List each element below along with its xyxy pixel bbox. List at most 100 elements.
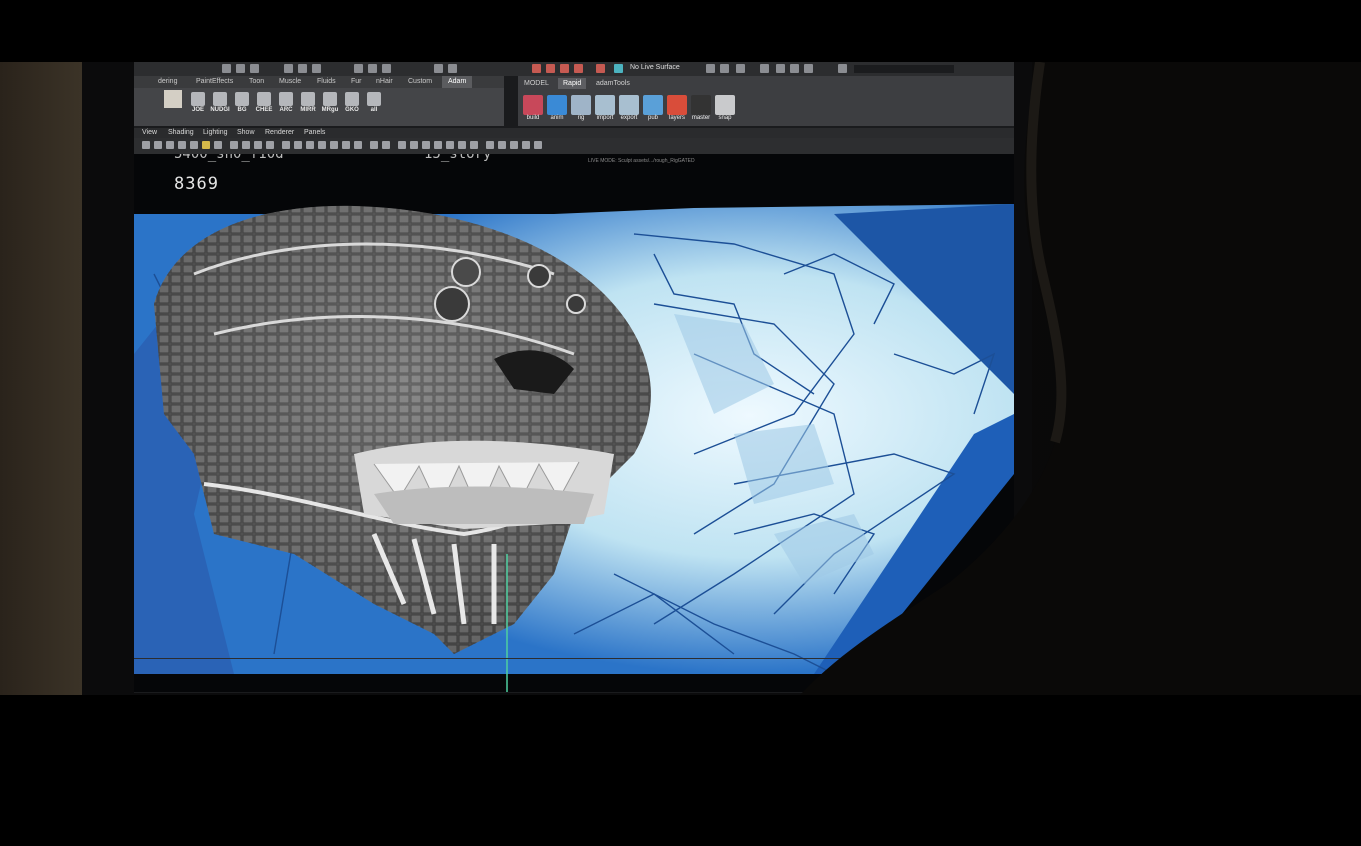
camera-select-icon[interactable] [142,141,150,149]
shelf-thumbnail[interactable] [164,90,182,108]
render-current-icon[interactable] [532,64,541,73]
share-icon[interactable] [534,141,542,149]
wireframe-icon[interactable] [282,141,290,149]
master-icon [691,95,711,115]
rotate-icon[interactable] [298,64,307,73]
shelf-tab-fluids[interactable]: Fluids [317,76,336,88]
channel-box-icon[interactable] [736,64,745,73]
shelf-button-mrgu[interactable]: MRgu [320,92,340,124]
snap-curve-icon[interactable] [368,64,377,73]
xray-joints-icon[interactable] [434,141,442,149]
import-button[interactable]: import [594,95,616,123]
film-gate-icon[interactable] [230,141,238,149]
menu-renderer[interactable]: Renderer [265,128,294,138]
smooth-shade-icon[interactable] [294,141,302,149]
lasso-icon[interactable] [250,64,259,73]
ipr-icon[interactable] [546,64,555,73]
tool-settings-icon[interactable] [760,64,769,73]
menu-show[interactable]: Show [237,128,255,138]
exposure-icon[interactable] [470,141,478,149]
menu-panels[interactable]: Panels [304,128,325,138]
snap-point-icon[interactable] [382,64,391,73]
rapid-tab-adamtools[interactable]: adamTools [596,78,630,89]
shelf-button-mirr[interactable]: MIRR [298,92,318,124]
script-icon [345,92,359,106]
select-icon[interactable] [236,64,245,73]
modeling-toolkit-icon[interactable] [706,64,715,73]
live-surface-icon[interactable] [614,64,623,73]
shelf-tab-muscle[interactable]: Muscle [279,76,301,88]
anti-alias-icon[interactable] [382,141,390,149]
xray-icon[interactable] [422,141,430,149]
isolate-select-icon[interactable] [410,141,418,149]
master-button[interactable]: master [690,95,712,123]
snap-button[interactable]: snap [714,95,736,123]
camera-attr-icon[interactable] [154,141,162,149]
move-icon[interactable] [284,64,293,73]
image-plane-icon[interactable] [178,141,186,149]
screen-space-ao-icon[interactable] [354,141,362,149]
layer-icon[interactable] [596,64,605,73]
shelf-button-bg[interactable]: BG [232,92,252,124]
resolution-gate-icon[interactable] [242,141,250,149]
field-chart-icon[interactable] [266,141,274,149]
grease-pencil-icon[interactable] [202,141,210,149]
mirror-icon[interactable] [790,64,799,73]
shelf-tab-toon[interactable]: Toon [249,76,264,88]
use-lights-icon[interactable] [330,141,338,149]
scale-icon[interactable] [312,64,321,73]
depth-of-field-icon[interactable] [398,141,406,149]
shelf-tab-adam[interactable]: Adam [442,76,473,88]
shelf-button-nudgi[interactable]: NUDGI [210,92,230,124]
hud-toggle-icon[interactable] [498,141,506,149]
shelf-button-gko[interactable]: GKO [342,92,362,124]
shelf-button-all[interactable]: all [364,92,384,124]
menu-lighting[interactable]: Lighting [203,128,228,138]
import-icon [595,95,615,115]
export-button[interactable]: export [618,95,640,123]
2d-pan-icon[interactable] [190,141,198,149]
pub-button[interactable]: pub [642,95,664,123]
grid-icon[interactable] [214,141,222,149]
xray-components-icon[interactable] [446,141,454,149]
shadows-icon[interactable] [342,141,350,149]
shelf-tab-nhair[interactable]: nHair [376,76,393,88]
shelf-tab-rendering[interactable]: dering [158,76,177,88]
shelf-tab-custom[interactable]: Custom [408,76,432,88]
shelf-button-joe[interactable]: JOE [188,92,208,124]
menu-shading[interactable]: Shading [168,128,194,138]
hypershade-icon[interactable] [574,64,583,73]
attribute-editor-icon[interactable] [720,64,729,73]
anim-button[interactable]: anim [546,95,568,123]
rig-button[interactable]: rig [570,95,592,123]
textured-icon[interactable] [318,141,326,149]
layers-button[interactable]: layers [666,95,688,123]
motion-blur-icon[interactable] [370,141,378,149]
snap-icon[interactable] [222,64,231,73]
history-icon[interactable] [434,64,443,73]
gamma-icon[interactable] [458,141,466,149]
shelf-button-chee[interactable]: CHEE [254,92,274,124]
panel-layout-icon[interactable] [522,141,530,149]
shelf-tab-fur[interactable]: Fur [351,76,362,88]
viewport-options-icon[interactable] [510,141,518,149]
shelf-button-arc[interactable]: ARC [276,92,296,124]
script-icon [191,92,205,106]
render-settings-icon[interactable] [560,64,569,73]
rapid-tab-model[interactable]: MODEL [524,78,549,89]
rapid-tab-rapid[interactable]: Rapid [558,78,587,89]
bookmark-icon[interactable] [166,141,174,149]
render-icon[interactable] [448,64,457,73]
publish-icon [643,95,663,115]
camera-icon[interactable] [776,64,785,73]
color-management-icon[interactable] [486,141,494,149]
shelf-tab-painteffects[interactable]: PaintEffects [196,76,233,88]
script-icon [367,92,381,106]
snap-grid-icon[interactable] [354,64,363,73]
menu-view[interactable]: View [142,128,157,138]
gate-mask-icon[interactable] [254,141,262,149]
rig-icon [571,95,591,115]
build-button[interactable]: build [522,95,544,123]
wireframe-on-shaded-icon[interactable] [306,141,314,149]
build-icon [523,95,543,115]
